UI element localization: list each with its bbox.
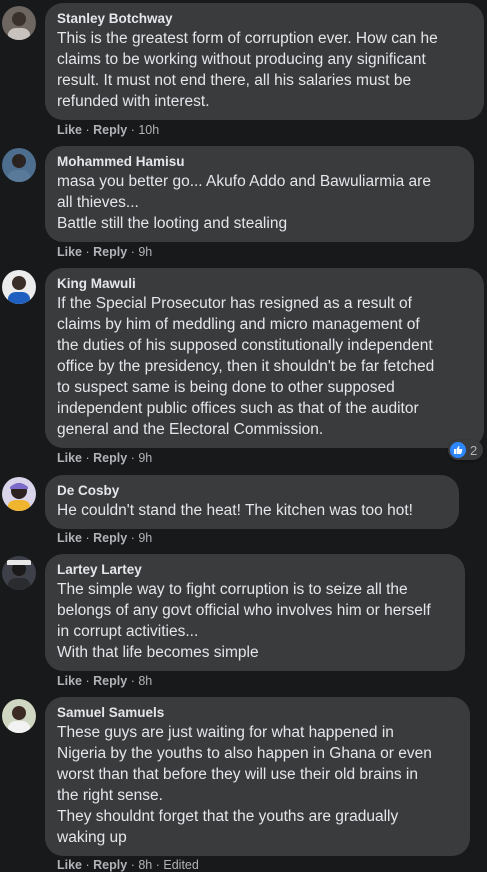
comment-timestamp[interactable]: 9h <box>138 451 152 465</box>
reaction-summary[interactable]: 2 <box>448 440 484 460</box>
comment-text: This is the greatest form of corruption … <box>57 30 438 110</box>
comment-actions: Like · Reply · 10h <box>57 123 159 137</box>
edited-label[interactable]: Edited <box>163 858 198 872</box>
avatar[interactable] <box>2 270 36 304</box>
comment-bubble: King Mawuli If the Special Prosecutor ha… <box>45 268 484 448</box>
comment-bubble: Samuel Samuels These guys are just waiti… <box>45 697 470 856</box>
reply-button[interactable]: Reply <box>93 858 127 872</box>
separator: · <box>155 858 160 872</box>
separator: · <box>130 123 135 137</box>
separator: · <box>130 531 135 545</box>
reply-button[interactable]: Reply <box>93 674 127 688</box>
comment-timestamp[interactable]: 10h <box>138 123 159 137</box>
avatar[interactable] <box>2 556 36 590</box>
comment-bubble: De Cosby He couldn't stand the heat! The… <box>45 475 459 529</box>
reply-button[interactable]: Reply <box>93 245 127 259</box>
comment-actions: Like · Reply · 8h <box>57 674 152 688</box>
avatar[interactable] <box>2 477 36 511</box>
like-button[interactable]: Like <box>57 531 82 545</box>
separator: · <box>85 123 90 137</box>
separator: · <box>130 245 135 259</box>
comment-text: He couldn't stand the heat! The kitchen … <box>57 502 413 519</box>
separator: · <box>85 451 90 465</box>
comment-text: masa you better go... Akufo Addo and Baw… <box>57 173 431 232</box>
avatar[interactable] <box>2 148 36 182</box>
comment-bubble: Mohammed Hamisu masa you better go... Ak… <box>45 146 474 242</box>
comment-author[interactable]: De Cosby <box>57 482 447 500</box>
comment-timestamp[interactable]: 9h <box>138 245 152 259</box>
comment-actions: Like · Reply · 9h <box>57 531 152 545</box>
comment-timestamp[interactable]: 8h <box>138 674 152 688</box>
comment-text: These guys are just waiting for what hap… <box>57 724 432 846</box>
reply-button[interactable]: Reply <box>93 451 127 465</box>
separator: · <box>130 858 135 872</box>
comment-actions: Like · Reply · 9h <box>57 451 152 465</box>
comment-actions: Like · Reply · 9h <box>57 245 152 259</box>
comment-author[interactable]: Mohammed Hamisu <box>57 153 462 171</box>
reaction-count: 2 <box>470 442 478 458</box>
comment-bubble: Stanley Botchway This is the greatest fo… <box>45 3 484 120</box>
separator: · <box>85 674 90 688</box>
comment-author[interactable]: King Mawuli <box>57 275 472 293</box>
comment-author[interactable]: Samuel Samuels <box>57 704 458 722</box>
comment-text: If the Special Prosecutor has resigned a… <box>57 295 435 438</box>
like-button[interactable]: Like <box>57 123 82 137</box>
avatar[interactable] <box>2 6 36 40</box>
comment-author[interactable]: Lartey Lartey <box>57 561 453 579</box>
comment-timestamp[interactable]: 8h <box>138 858 152 872</box>
comment-actions: Like · Reply · 8h · Edited <box>57 858 199 872</box>
like-button[interactable]: Like <box>57 858 82 872</box>
like-button[interactable]: Like <box>57 674 82 688</box>
like-button[interactable]: Like <box>57 245 82 259</box>
avatar[interactable] <box>2 699 36 733</box>
separator: · <box>130 451 135 465</box>
thumbs-up-icon <box>450 442 466 458</box>
like-button[interactable]: Like <box>57 451 82 465</box>
reply-button[interactable]: Reply <box>93 123 127 137</box>
reply-button[interactable]: Reply <box>93 531 127 545</box>
separator: · <box>85 245 90 259</box>
separator: · <box>130 674 135 688</box>
separator: · <box>85 858 90 872</box>
separator: · <box>85 531 90 545</box>
comment-timestamp[interactable]: 9h <box>138 531 152 545</box>
comment-author[interactable]: Stanley Botchway <box>57 10 472 28</box>
comment-bubble: Lartey Lartey The simple way to fight co… <box>45 554 465 671</box>
comment-text: The simple way to fight corruption is to… <box>57 581 431 661</box>
